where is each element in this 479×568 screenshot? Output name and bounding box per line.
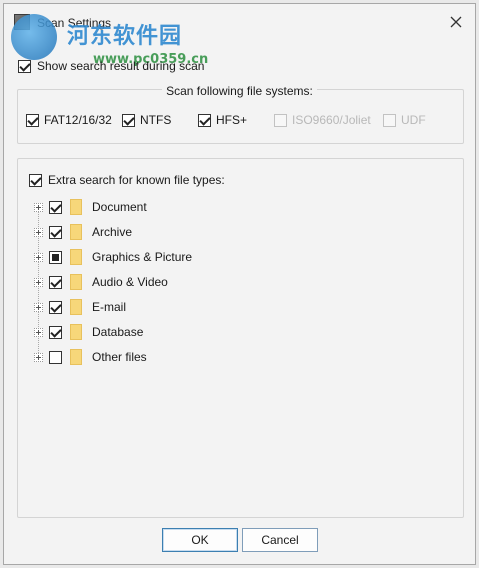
fs-option-fat[interactable]: FAT12/16/32	[26, 113, 112, 127]
app-icon	[14, 14, 30, 30]
expand-icon[interactable]	[34, 227, 43, 237]
expand-icon[interactable]	[34, 252, 43, 262]
document-checkbox[interactable]	[49, 200, 62, 214]
ok-button[interactable]: OK	[162, 528, 238, 552]
extra-search-option[interactable]: Extra search for known file types:	[29, 173, 225, 187]
fs-label-ntfs: NTFS	[140, 113, 172, 127]
archive-checkbox[interactable]	[49, 225, 62, 239]
database-checkbox[interactable]	[49, 325, 62, 339]
tree-item-archive[interactable]: Archive	[34, 223, 132, 241]
folder-icon	[70, 299, 82, 315]
scan-settings-dialog: Scan Settings 河东软件园 www.pc0359.cn Show s…	[3, 3, 476, 565]
fs-label-hfs: HFS+	[216, 113, 248, 127]
folder-icon	[70, 199, 82, 215]
title-bar: Scan Settings	[4, 4, 475, 42]
file-systems-legend: Scan following file systems:	[4, 84, 475, 98]
fs-option-iso9660: ISO9660/Joliet	[274, 113, 371, 127]
tree-item-audio-video[interactable]: Audio & Video	[34, 273, 168, 291]
email-checkbox[interactable]	[49, 300, 62, 314]
close-icon	[450, 16, 462, 28]
graphics-checkbox[interactable]	[49, 250, 62, 264]
show-result-option[interactable]: Show search result during scan	[18, 59, 204, 73]
audio-video-checkbox[interactable]	[49, 275, 62, 289]
show-result-label: Show search result during scan	[37, 59, 205, 73]
cancel-button[interactable]: Cancel	[242, 528, 318, 552]
folder-icon	[70, 324, 82, 340]
folder-icon	[70, 274, 82, 290]
fs-checkbox-ntfs[interactable]	[122, 113, 135, 127]
folder-icon	[70, 224, 82, 240]
window-title: Scan Settings	[37, 16, 112, 30]
tree-label-audio-video: Audio & Video	[92, 275, 168, 289]
tree-item-email[interactable]: E-mail	[34, 298, 126, 316]
show-result-checkbox[interactable]	[18, 59, 31, 73]
fs-label-fat: FAT12/16/32	[44, 113, 112, 127]
tree-label-document: Document	[92, 200, 147, 214]
folder-icon	[70, 349, 82, 365]
other-files-checkbox[interactable]	[49, 350, 62, 364]
tree-label-archive: Archive	[92, 225, 133, 239]
fs-checkbox-hfs[interactable]	[198, 113, 211, 127]
extra-search-label: Extra search for known file types:	[48, 173, 225, 187]
tree-item-other-files[interactable]: Other files	[34, 348, 147, 366]
expand-icon[interactable]	[34, 302, 43, 312]
folder-icon	[70, 249, 82, 265]
extra-search-checkbox[interactable]	[29, 173, 42, 187]
fs-label-udf: UDF	[401, 113, 426, 127]
tree-label-database: Database	[92, 325, 144, 339]
tree-item-database[interactable]: Database	[34, 323, 143, 341]
tree-label-email: E-mail	[92, 300, 127, 314]
expand-icon[interactable]	[34, 352, 43, 362]
tree-item-document[interactable]: Document	[34, 198, 147, 216]
close-button[interactable]	[443, 10, 469, 34]
expand-icon[interactable]	[34, 327, 43, 337]
fs-label-iso9660: ISO9660/Joliet	[292, 113, 371, 127]
tree-label-graphics: Graphics & Picture	[92, 250, 193, 264]
fs-option-ntfs[interactable]: NTFS	[122, 113, 171, 127]
tree-label-other-files: Other files	[92, 350, 147, 364]
expand-icon[interactable]	[34, 202, 43, 212]
fs-option-hfs[interactable]: HFS+	[198, 113, 247, 127]
fs-checkbox-iso9660	[274, 113, 287, 127]
tree-item-graphics[interactable]: Graphics & Picture	[34, 248, 192, 266]
fs-checkbox-fat[interactable]	[26, 113, 39, 127]
expand-icon[interactable]	[34, 277, 43, 287]
fs-option-udf: UDF	[383, 113, 426, 127]
fs-checkbox-udf	[383, 113, 396, 127]
